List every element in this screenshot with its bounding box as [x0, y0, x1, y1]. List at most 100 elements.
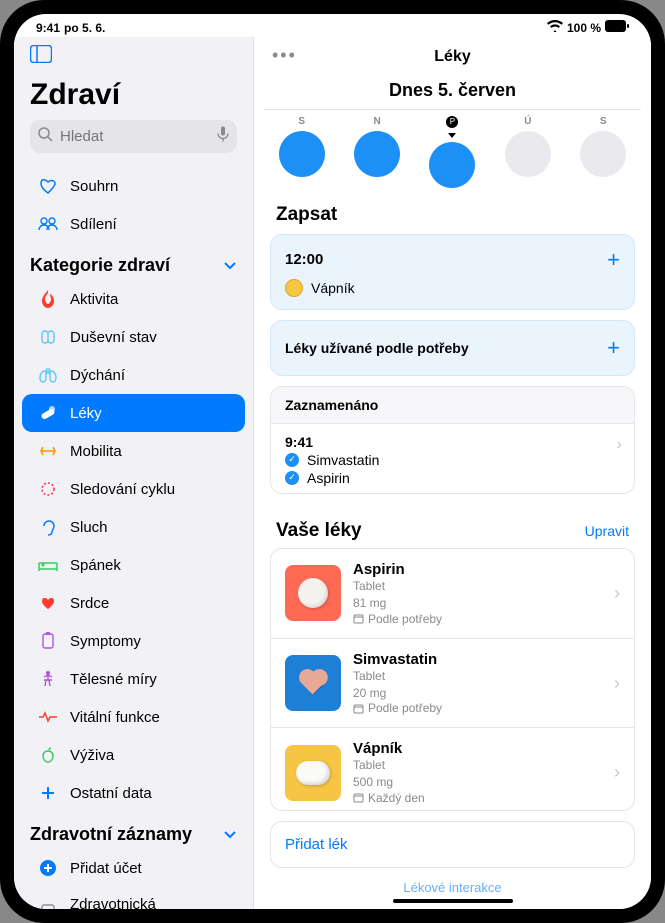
interactions-peek[interactable]: Lékové interakce — [254, 878, 651, 895]
date-label: Dnes 5. červen — [272, 80, 633, 101]
lungs-icon — [38, 365, 58, 385]
med-dose: 81 mg — [353, 595, 602, 612]
brain-icon — [38, 327, 58, 347]
medication-row[interactable]: Vápník Tablet 500 mg Každý den › — [271, 728, 634, 811]
day-circle — [354, 131, 400, 177]
chevron-right-icon: › — [614, 583, 620, 604]
plus-icon[interactable]: + — [607, 247, 620, 273]
sidebar-item-label: Mobilita — [70, 443, 122, 460]
scheduled-dose-card[interactable]: 12:00 + Vápník — [270, 234, 635, 310]
day-column[interactable]: N — [351, 116, 403, 188]
add-account-label: Přidat účet — [70, 860, 142, 877]
med-schedule: Podle potřeby — [353, 701, 602, 715]
sidebar-item-srdce[interactable]: Srdce — [22, 584, 245, 622]
day-column[interactable]: S — [577, 116, 629, 188]
app-title: Zdraví — [30, 78, 237, 112]
med-dose: 500 mg — [353, 774, 602, 791]
chevron-down-icon[interactable] — [223, 824, 237, 845]
page-title: Léky — [272, 48, 633, 66]
week-strip[interactable]: SNPÚS — [264, 116, 641, 188]
status-time: 9:41 — [36, 21, 60, 35]
sidebar-toggle-icon[interactable] — [30, 45, 237, 68]
day-column[interactable]: Ú — [502, 116, 554, 188]
status-date: po 5. 6. — [64, 21, 105, 35]
heart-outline-icon — [38, 176, 58, 196]
pills-icon — [38, 403, 58, 423]
sidebar-item-ostatní-data[interactable]: Ostatní data — [22, 774, 245, 812]
categories-header: Kategorie zdraví — [30, 255, 170, 276]
sidebar-item-spánek[interactable]: Spánek — [22, 546, 245, 584]
main-content: ••• Léky Dnes 5. červen S N P Ú S Zapsat 12:… — [254, 37, 651, 909]
battery-icon — [605, 20, 629, 35]
cycle-icon — [38, 479, 58, 499]
recorded-item: ✓ Aspirin — [285, 470, 620, 486]
sidebar-item-label: Ostatní data — [70, 785, 152, 802]
chevron-right-icon: › — [614, 673, 620, 694]
more-icon[interactable]: ••• — [272, 45, 297, 65]
med-form: Tablet — [353, 578, 602, 595]
chevron-down-icon[interactable] — [223, 255, 237, 276]
figure-icon — [38, 669, 58, 689]
medication-list: Aspirin Tablet 81 mg Podle potřeby › Sim… — [270, 548, 635, 811]
battery-pct: 100 % — [567, 21, 601, 35]
log-header: Zapsat — [254, 188, 651, 234]
dose-med-name: Vápník — [311, 280, 355, 296]
sidebar-item-label: Duševní stav — [70, 329, 157, 346]
sidebar-item-label: Spánek — [70, 557, 121, 574]
sidebar-item-vitální-funkce[interactable]: Vitální funkce — [22, 698, 245, 736]
sidebar-health-docs[interactable]: Zdravotnická dokumentace — [22, 887, 245, 909]
medication-row[interactable]: Aspirin Tablet 81 mg Podle potřeby › — [271, 549, 634, 639]
as-needed-card[interactable]: Léky užívané podle potřeby + — [270, 320, 635, 376]
check-icon: ✓ — [285, 471, 299, 485]
sidebar-item-mobilita[interactable]: Mobilita — [22, 432, 245, 470]
sidebar-item-tělesné-míry[interactable]: Tělesné míry — [22, 660, 245, 698]
records-header: Zdravotní záznamy — [30, 824, 192, 845]
edit-button[interactable]: Upravit — [585, 523, 629, 539]
recorded-time: 9:41 — [285, 434, 620, 450]
med-form: Tablet — [353, 668, 602, 685]
sidebar-summary[interactable]: Souhrn — [22, 167, 245, 205]
medication-row[interactable]: Simvastatin Tablet 20 mg Podle potřeby › — [271, 639, 634, 729]
sidebar-item-label: Výživa — [70, 747, 114, 764]
day-letter: S — [600, 116, 607, 127]
health-docs-label: Zdravotnická dokumentace — [70, 896, 229, 909]
med-name: Vápník — [353, 740, 602, 757]
day-column[interactable]: P — [426, 116, 478, 188]
sidebar-item-léky[interactable]: Léky — [22, 394, 245, 432]
mic-icon[interactable] — [217, 126, 229, 147]
plus-icon[interactable]: + — [607, 335, 620, 361]
sidebar-item-dýchání[interactable]: Dýchání — [22, 356, 245, 394]
sidebar-item-výživa[interactable]: Výživa — [22, 736, 245, 774]
med-name: Simvastatin — [353, 651, 602, 668]
sidebar-item-sluch[interactable]: Sluch — [22, 508, 245, 546]
wifi-icon — [547, 20, 563, 35]
sidebar-item-label: Vitální funkce — [70, 709, 160, 726]
sidebar-item-symptomy[interactable]: Symptomy — [22, 622, 245, 660]
recorded-item: ✓Simvastatin — [285, 452, 620, 468]
search-input[interactable] — [30, 120, 237, 153]
day-circle — [505, 131, 551, 177]
sidebar-item-label: Dýchání — [70, 367, 125, 384]
ear-icon — [38, 517, 58, 537]
apple-icon — [38, 745, 58, 765]
sidebar-sharing[interactable]: Sdílení — [22, 205, 245, 243]
recorded-item-name: Aspirin — [307, 470, 350, 486]
sidebar-sharing-label: Sdílení — [70, 216, 117, 233]
med-icon — [285, 745, 341, 801]
day-column[interactable]: S — [276, 116, 328, 188]
your-meds-header: Vaše léky — [276, 520, 362, 542]
today-marker: P — [446, 116, 458, 128]
add-medication-button[interactable]: Přidat lék — [270, 821, 635, 868]
recorded-card[interactable]: Zaznamenáno › 9:41 ✓Simvastatin✓Aspirin — [270, 386, 635, 494]
heart-icon — [38, 593, 58, 613]
sidebar-add-account[interactable]: Přidat účet — [22, 849, 245, 887]
check-icon: ✓ — [285, 453, 299, 467]
day-letter: S — [298, 116, 305, 127]
sidebar-item-sledování-cyklu[interactable]: Sledování cyklu — [22, 470, 245, 508]
home-indicator — [393, 899, 513, 903]
flame-icon — [38, 289, 58, 309]
sidebar-item-label: Sledování cyklu — [70, 481, 175, 498]
sidebar-item-duševní-stav[interactable]: Duševní stav — [22, 318, 245, 356]
sidebar-item-aktivita[interactable]: Aktivita — [22, 280, 245, 318]
arrows-icon — [38, 441, 58, 461]
